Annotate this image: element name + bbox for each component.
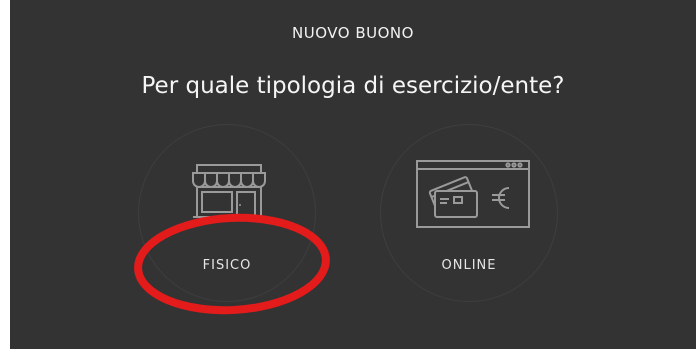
dialog-title: NUOVO BUONO [292,24,414,42]
storefront-icon [192,164,266,218]
browser-payment-icon [416,160,530,228]
option-online-button[interactable]: ONLINE [380,124,558,302]
option-fisico-button[interactable]: FISICO [138,124,316,302]
option-fisico-label: FISICO [202,258,252,273]
question-text: Per quale tipologia di esercizio/ente? [141,73,565,99]
voucher-type-dialog: NUOVO BUONO Per quale tipologia di eserc… [10,0,696,349]
option-online-label: ONLINE [441,258,497,273]
